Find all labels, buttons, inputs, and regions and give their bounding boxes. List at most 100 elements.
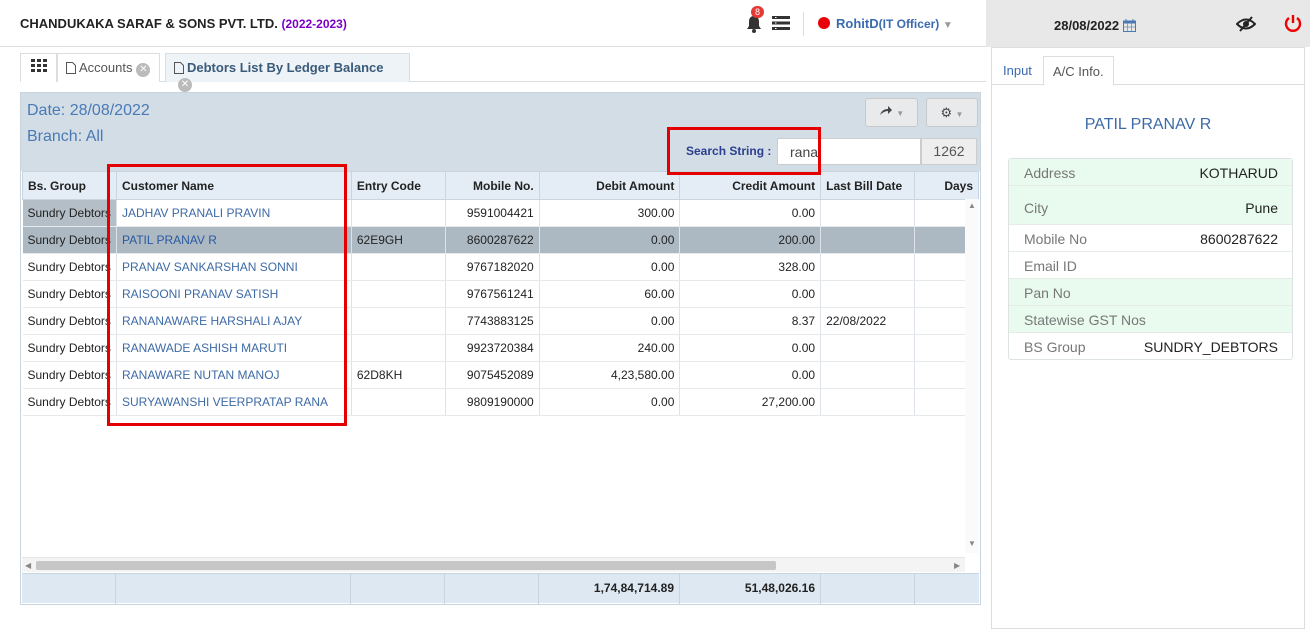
- financial-year: (2022-2023): [281, 17, 347, 31]
- info-value: SUNDRY_DEBTORS: [1143, 339, 1278, 355]
- cell-code: [351, 280, 446, 308]
- user-name: RohitD: [836, 16, 879, 31]
- info-row-gst: Statewise GST Nos: [1009, 306, 1292, 333]
- account-info-panel: Input A/C Info. PATIL PRANAV R Address KO…: [991, 47, 1305, 629]
- info-label: Email ID: [1024, 258, 1077, 274]
- record-count: 1262: [921, 138, 977, 165]
- cell-last-bill: 22/08/2022: [820, 307, 916, 335]
- cell-group: Sundry Debtors: [22, 388, 117, 416]
- total-cell: [22, 574, 116, 604]
- scroll-up-icon[interactable]: ▲: [968, 201, 976, 210]
- cell-group: Sundry Debtors: [22, 226, 117, 254]
- cell-code: [351, 253, 446, 281]
- cell-mobile: 9923720384: [445, 334, 540, 362]
- cell-credit: 0.00: [679, 199, 822, 227]
- total-cell: [821, 574, 915, 604]
- document-icon: [66, 62, 76, 74]
- cell-group: Sundry Debtors: [22, 280, 117, 308]
- user-role: (IT Officer): [878, 17, 940, 31]
- cell-credit: 200.00: [679, 226, 822, 254]
- calendar-icon[interactable]: [1122, 19, 1136, 32]
- cell-code: [351, 334, 446, 362]
- divider: [803, 12, 804, 36]
- cell-code: 62D8KH: [351, 361, 446, 389]
- col-last-bill-date[interactable]: Last Bill Date: [820, 171, 916, 200]
- company-title: CHANDUKAKA SARAF & SONS PVT. LTD. (2022-…: [20, 16, 347, 31]
- list-icon[interactable]: [772, 15, 790, 31]
- cell-mobile: 9591004421: [445, 199, 540, 227]
- cell-mobile: 9767182020: [445, 253, 540, 281]
- info-row-mobile: Mobile No 8600287622: [1009, 225, 1292, 252]
- customer-name-highlight-box: [107, 164, 347, 426]
- cell-last-bill: [820, 226, 916, 254]
- col-mobile[interactable]: Mobile No.: [444, 171, 540, 200]
- power-icon[interactable]: [1284, 14, 1302, 32]
- grid-icon: [31, 59, 47, 72]
- tab-input[interactable]: Input: [994, 56, 1041, 86]
- col-days[interactable]: Days: [914, 171, 979, 200]
- col-credit[interactable]: Credit Amount: [679, 171, 822, 200]
- total-cell: [351, 574, 445, 604]
- cell-credit: 8.37: [679, 307, 822, 335]
- close-icon[interactable]: ✕: [178, 78, 192, 92]
- info-label: BS Group: [1024, 339, 1086, 355]
- cell-code: [351, 307, 446, 335]
- info-row-pan: Pan No: [1009, 279, 1292, 306]
- top-header: CHANDUKAKA SARAF & SONS PVT. LTD. (2022-…: [0, 0, 986, 47]
- scroll-right-icon[interactable]: ▶: [954, 561, 960, 570]
- scroll-thumb[interactable]: [36, 561, 776, 570]
- cell-debit: 0.00: [539, 388, 681, 416]
- search-highlight-box: [667, 127, 821, 175]
- tab-accounts[interactable]: Accounts ✕: [57, 53, 160, 82]
- user-menu[interactable]: RohitD(IT Officer) ▼: [818, 16, 953, 31]
- col-debit[interactable]: Debit Amount: [538, 171, 681, 200]
- close-icon[interactable]: ✕: [136, 63, 151, 77]
- info-label: City: [1024, 200, 1049, 216]
- tab-apps-grid[interactable]: [20, 53, 57, 82]
- share-icon: [879, 106, 892, 115]
- report-date: Date: 28/08/2022: [27, 102, 150, 119]
- scroll-down-icon[interactable]: ▼: [968, 539, 976, 548]
- info-tabs: Input A/C Info.: [992, 56, 1304, 86]
- info-row-bs-group: BS Group SUNDRY_DEBTORS: [1009, 333, 1292, 360]
- tab-debtors-list[interactable]: Debtors List By Ledger Balance ✕: [165, 53, 410, 92]
- horizontal-scrollbar[interactable]: ◀ ▶: [22, 557, 965, 572]
- eye-slash-icon[interactable]: [1236, 16, 1256, 32]
- cell-last-bill: [820, 334, 916, 362]
- panel-header: Date: 28/08/2022 Branch: All ▼ ⚙ ▼ Searc…: [21, 93, 980, 171]
- info-label: Pan No: [1024, 285, 1071, 301]
- col-bs-group[interactable]: Bs. Group: [22, 171, 117, 200]
- cell-mobile: 9767561241: [445, 280, 540, 308]
- col-entry-code[interactable]: Entry Code: [350, 171, 446, 200]
- cell-debit: 240.00: [539, 334, 681, 362]
- report-branch: Branch: All: [27, 128, 104, 145]
- info-value: 8600287622: [1200, 231, 1278, 247]
- cell-credit: 0.00: [679, 334, 822, 362]
- tab-label: Debtors List By Ledger Balance: [187, 60, 384, 75]
- cell-last-bill: [820, 253, 916, 281]
- info-value: KOTHARUD: [1199, 165, 1278, 181]
- cell-mobile: 9075452089: [445, 361, 540, 389]
- cell-code: 62E9GH: [351, 226, 446, 254]
- tab-bar: Accounts ✕ Debtors List By Ledger Balance…: [20, 53, 986, 92]
- header-date[interactable]: 28/08/2022: [1054, 18, 1136, 33]
- tab-ac-info[interactable]: A/C Info.: [1043, 56, 1114, 86]
- cell-debit: 0.00: [539, 226, 681, 254]
- totals-row: 1,74,84,714.89 51,48,026.16: [22, 573, 979, 604]
- info-label: Mobile No: [1024, 231, 1088, 247]
- total-cell: [915, 574, 979, 604]
- cell-debit: 300.00: [539, 199, 681, 227]
- tab-label: Accounts: [79, 60, 133, 75]
- right-header: 28/08/2022: [986, 0, 1310, 47]
- cell-credit: 0.00: [679, 280, 822, 308]
- settings-button[interactable]: ⚙ ▼: [926, 98, 978, 127]
- cell-debit: 60.00: [539, 280, 681, 308]
- vertical-scrollbar[interactable]: ▲ ▼: [965, 199, 979, 553]
- cell-debit: 4,23,580.00: [539, 361, 681, 389]
- info-row-address: Address KOTHARUD: [1009, 159, 1292, 186]
- customer-title: PATIL PRANAV R: [1084, 116, 1212, 133]
- cell-group: Sundry Debtors: [22, 334, 117, 362]
- share-button[interactable]: ▼: [865, 98, 918, 127]
- cell-code: [351, 199, 446, 227]
- scroll-left-icon[interactable]: ◀: [25, 561, 31, 570]
